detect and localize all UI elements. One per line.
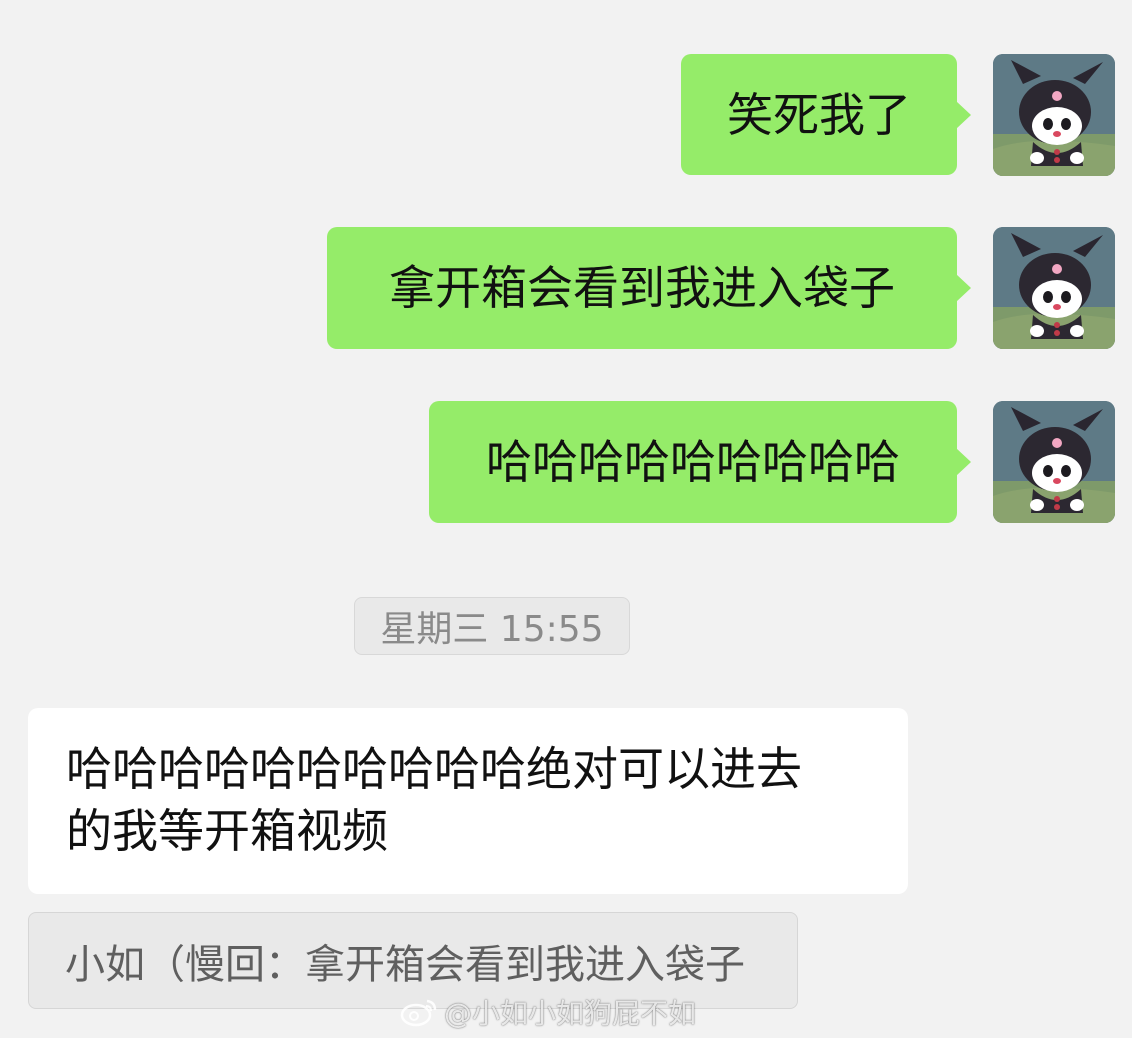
message-text: 哈哈哈哈哈哈哈哈哈 [486, 435, 900, 489]
outgoing-message-bubble[interactable]: 哈哈哈哈哈哈哈哈哈 [429, 401, 971, 523]
quoted-message-text: 小如（慢回：拿开箱会看到我进入袋子 [65, 941, 745, 988]
watermark-text: @小如小如狗屁不如 [444, 997, 697, 1030]
message-text: 拿开箱会看到我进入袋子 [389, 261, 895, 315]
message-text: 笑死我了 [727, 87, 911, 142]
avatar[interactable] [993, 401, 1115, 523]
watermark: @小如小如狗屁不如 [400, 992, 696, 1032]
timestamp-label: 星期三 15:55 [354, 597, 630, 655]
outgoing-message-bubble[interactable]: 笑死我了 [681, 54, 971, 175]
kuromi-avatar-icon [993, 227, 1115, 349]
weibo-logo-icon [400, 999, 437, 1027]
chat-view: 笑死我了 拿开箱会看到我进入袋子 哈哈哈哈哈哈哈哈哈 星期三 15:55 哈哈哈… [0, 0, 1132, 1038]
kuromi-avatar-icon [993, 401, 1115, 523]
avatar[interactable] [993, 54, 1115, 176]
message-text-line: 的我等开箱视频 [66, 804, 388, 858]
avatar[interactable] [993, 227, 1115, 349]
timestamp-text: 星期三 15:55 [380, 609, 604, 650]
incoming-message-bubble[interactable]: 哈哈哈哈哈哈哈哈哈哈绝对可以进去 的我等开箱视频 [28, 708, 908, 894]
outgoing-message-bubble[interactable]: 拿开箱会看到我进入袋子 [327, 227, 971, 349]
message-text-line: 哈哈哈哈哈哈哈哈哈哈绝对可以进去 [66, 742, 802, 796]
kuromi-avatar-icon [993, 54, 1115, 176]
